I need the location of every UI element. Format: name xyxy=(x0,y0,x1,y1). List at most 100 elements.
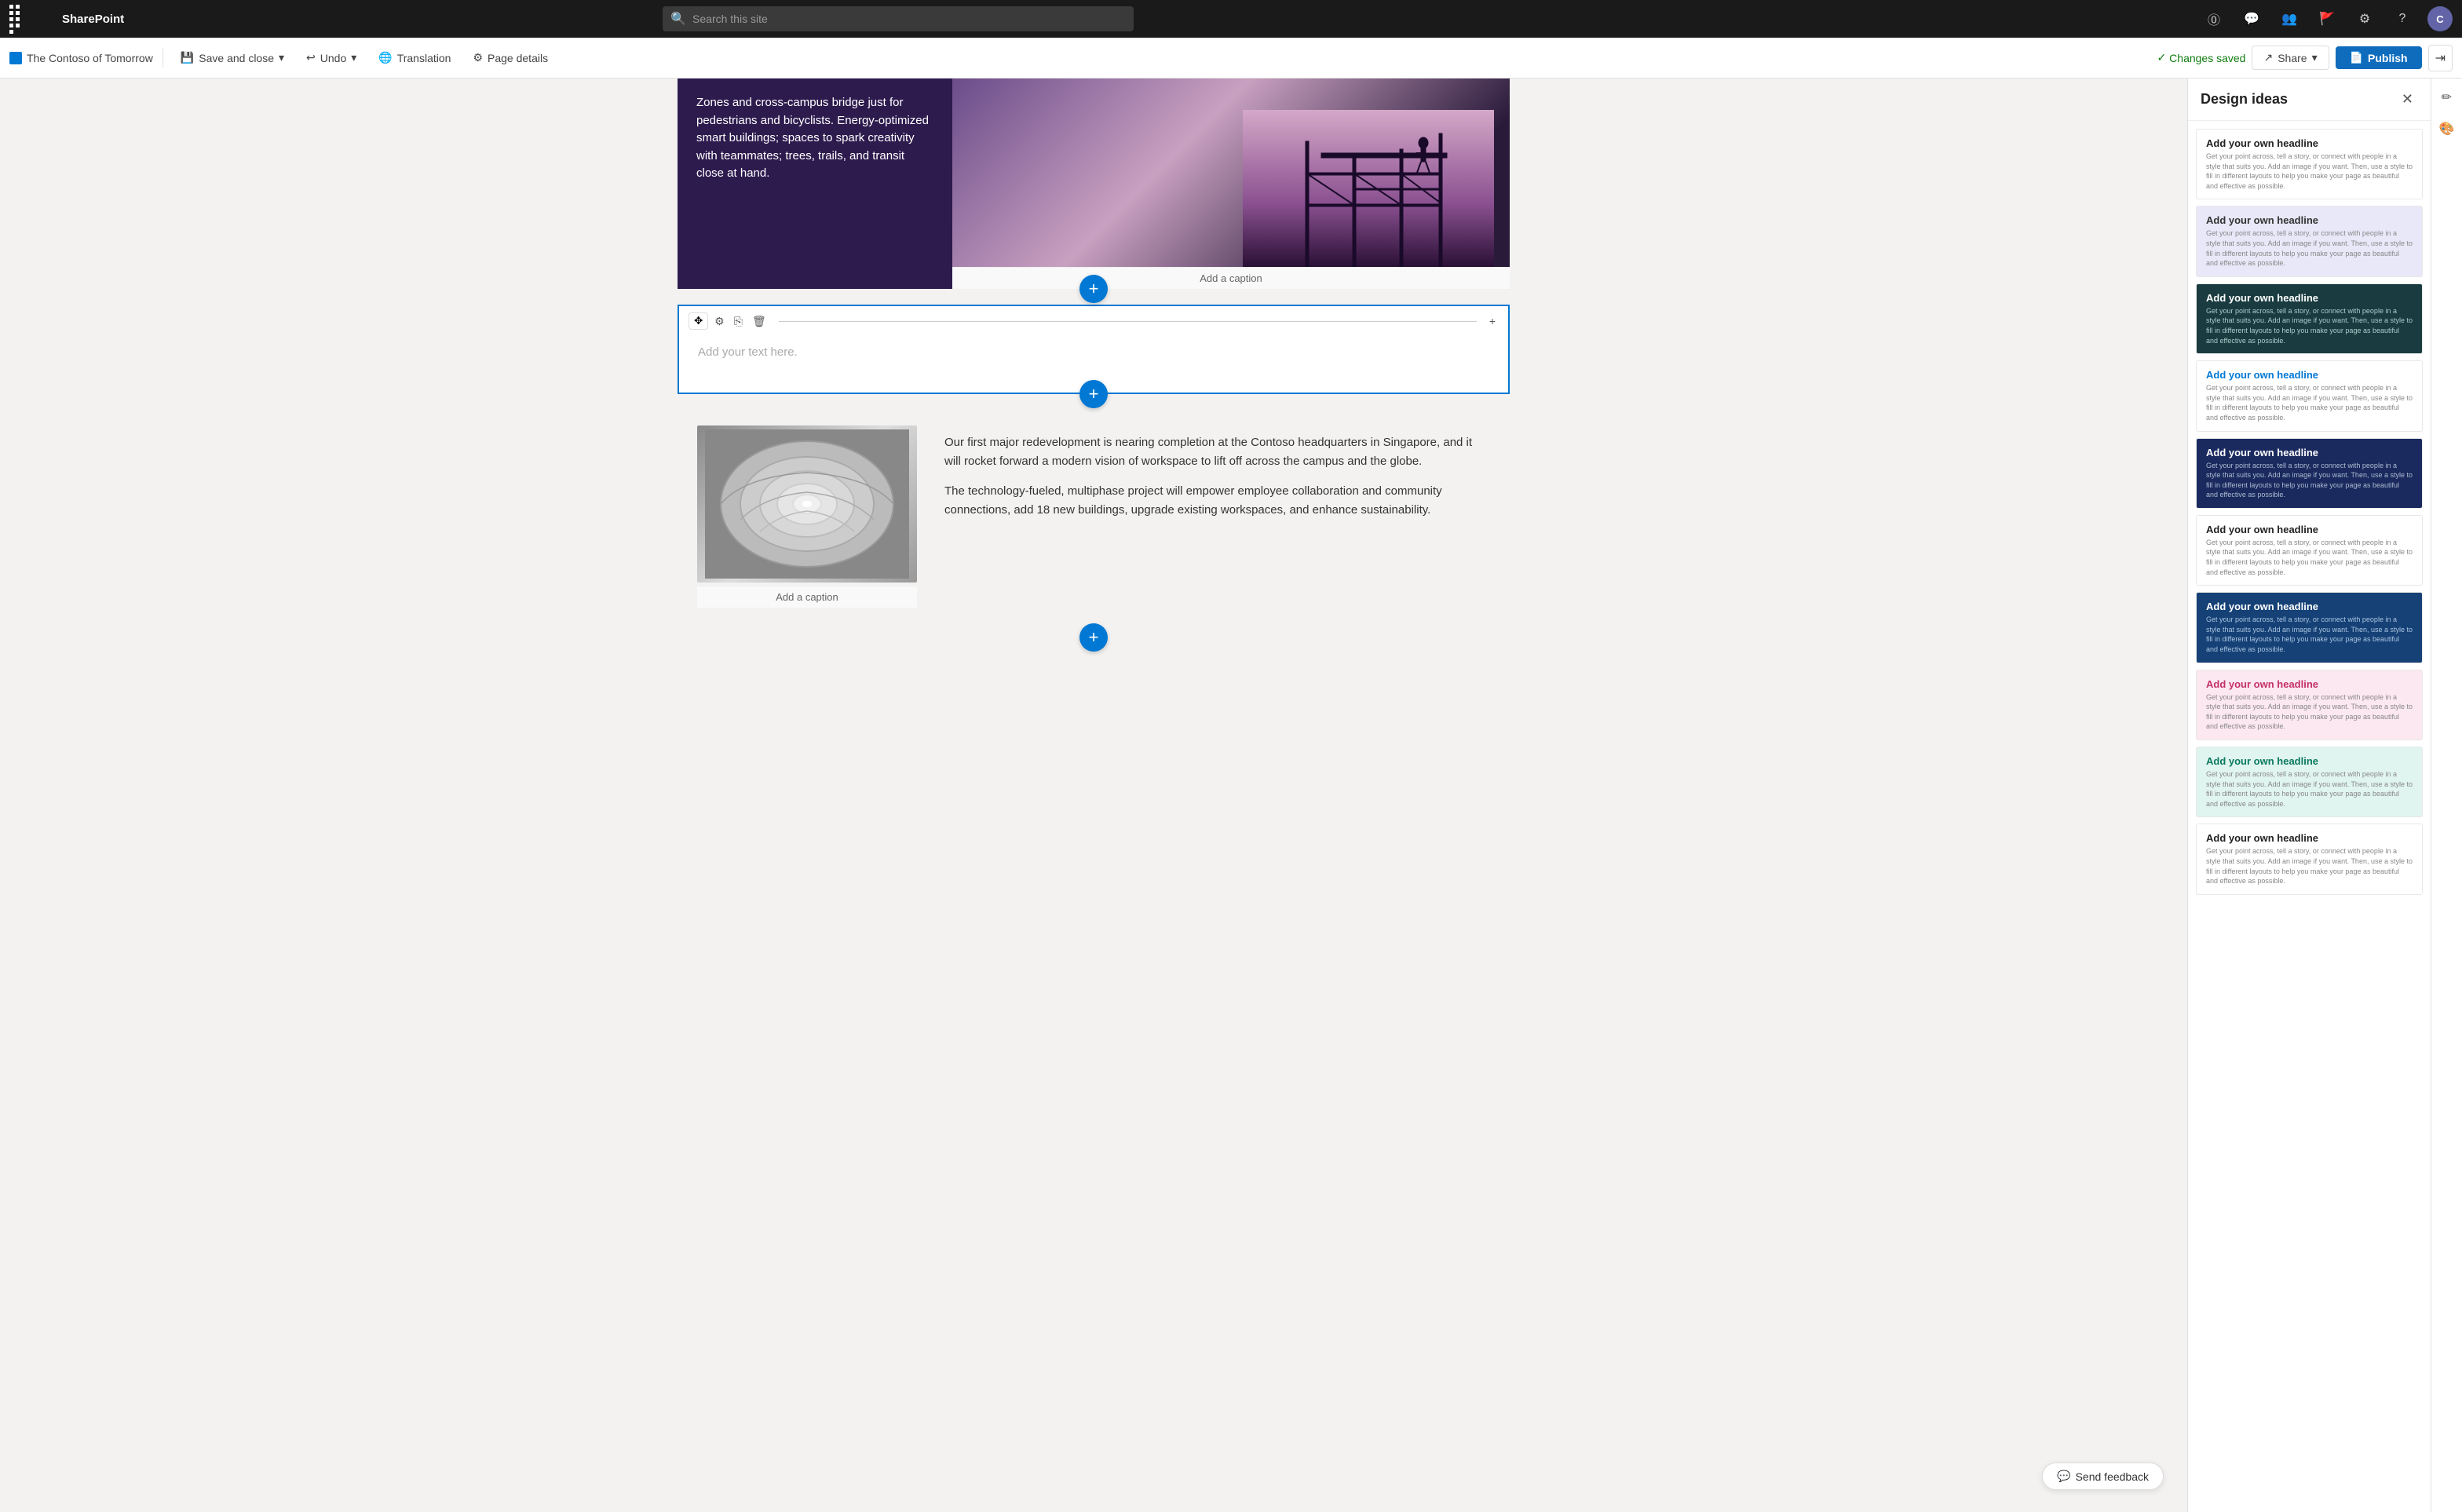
panel-header: Design ideas ✕ xyxy=(2188,79,2431,121)
help-icon[interactable]: ⓪ xyxy=(2201,6,2226,31)
scaffold-svg xyxy=(1243,110,1494,267)
panel-title: Design ideas xyxy=(2201,91,2288,108)
image-caption-1[interactable]: Add a caption xyxy=(952,267,1510,289)
section-move-button[interactable]: ✥ xyxy=(689,312,708,330)
add-section-button-3[interactable]: + xyxy=(1079,623,1108,652)
settings-icon[interactable]: ⚙ xyxy=(2352,6,2377,31)
feedback-icon: 💬 xyxy=(2057,1470,2070,1483)
panel-close-button[interactable]: ✕ xyxy=(2397,89,2418,109)
chat-icon[interactable]: 💬 xyxy=(2239,6,2264,31)
top-navigation: SharePoint 🔍 ⓪ 💬 👥 🚩 ⚙ ? C xyxy=(0,0,2462,38)
design-side-icon[interactable]: 🎨 xyxy=(2435,116,2460,141)
design-idea-card-1[interactable]: Add your own headline Get your point acr… xyxy=(2196,129,2423,199)
save-close-label: Save and close xyxy=(199,52,274,64)
section-settings-button[interactable]: ⚙ xyxy=(711,313,728,330)
design-idea-card-7[interactable]: Add your own headline Get your point acr… xyxy=(2196,592,2423,663)
undo-button[interactable]: ↩ Undo ▾ xyxy=(298,47,364,68)
page-details-label: Page details xyxy=(488,52,548,64)
breadcrumb[interactable]: The Contoso of Tomorrow xyxy=(9,52,153,64)
avatar[interactable]: C xyxy=(2427,6,2453,31)
checkmark-icon: ✓ xyxy=(2157,51,2166,64)
add-webpart-button[interactable]: + xyxy=(1486,313,1499,329)
design-idea-card-3[interactable]: Add your own headline Get your point acr… xyxy=(2196,283,2423,354)
add-section-area-2: + xyxy=(678,394,1510,410)
toolbar-left: The Contoso of Tomorrow 💾 Save and close… xyxy=(9,47,556,68)
idea-headline-1: Add your own headline xyxy=(2206,137,2413,149)
spiral-svg xyxy=(705,429,909,579)
collapse-button[interactable]: ⇥ xyxy=(2428,45,2453,71)
idea-headline-2: Add your own headline xyxy=(2206,214,2413,226)
idea-headline-9: Add your own headline xyxy=(2206,755,2413,767)
idea-headline-6: Add your own headline xyxy=(2206,524,2413,535)
add-section-area-3: + xyxy=(678,623,1510,647)
publish-label: Publish xyxy=(2368,52,2408,64)
section-copy-button[interactable]: ⎘ xyxy=(731,313,746,330)
hero-image xyxy=(952,79,1510,267)
two-column-section: Add a caption Our first major redevelopm… xyxy=(678,410,1510,623)
add-section-button-2[interactable]: + xyxy=(1079,380,1108,408)
design-idea-card-8[interactable]: Add your own headline Get your point acr… xyxy=(2196,670,2423,740)
publish-button[interactable]: 📄 Publish xyxy=(2336,46,2422,69)
translation-button[interactable]: 🌐 Translation xyxy=(371,47,458,68)
undo-label: Undo xyxy=(320,52,346,64)
send-feedback-label: Send feedback xyxy=(2076,1470,2149,1483)
idea-headline-10: Add your own headline xyxy=(2206,832,2413,844)
people-icon[interactable]: 👥 xyxy=(2277,6,2302,31)
design-idea-card-2[interactable]: Add your own headline Get your point acr… xyxy=(2196,206,2423,276)
idea-body-2: Get your point across, tell a story, or … xyxy=(2206,228,2413,268)
design-idea-card-10[interactable]: Add your own headline Get your point acr… xyxy=(2196,824,2423,894)
idea-body-3: Get your point across, tell a story, or … xyxy=(2206,306,2413,345)
share-button[interactable]: ↗ Share ▾ xyxy=(2252,46,2329,70)
flag-icon[interactable]: 🚩 xyxy=(2314,6,2340,31)
idea-body-10: Get your point across, tell a story, or … xyxy=(2206,846,2413,886)
main-layout: Zones and cross-campus bridge just for p… xyxy=(0,79,2462,1512)
design-idea-card-4[interactable]: Add your own headline Get your point acr… xyxy=(2196,360,2423,431)
image-caption-2[interactable]: Add a caption xyxy=(697,586,917,608)
idea-body-4: Get your point across, tell a story, or … xyxy=(2206,383,2413,422)
idea-headline-8: Add your own headline xyxy=(2206,678,2413,690)
page-details-icon: ⚙ xyxy=(473,51,483,64)
page-details-button[interactable]: ⚙ Page details xyxy=(465,47,556,68)
save-close-button[interactable]: 💾 Save and close ▾ xyxy=(173,47,292,68)
app-name-label: SharePoint xyxy=(62,13,124,26)
idea-body-5: Get your point across, tell a story, or … xyxy=(2206,461,2413,500)
share-label: Share xyxy=(2278,52,2307,64)
idea-body-6: Get your point across, tell a story, or … xyxy=(2206,538,2413,577)
search-input[interactable] xyxy=(692,13,1126,25)
question-icon[interactable]: ? xyxy=(2390,6,2415,31)
hero-section: Zones and cross-campus bridge just for p… xyxy=(678,79,1510,289)
changes-saved-label: Changes saved xyxy=(2169,52,2245,64)
page-content: Zones and cross-campus bridge just for p… xyxy=(678,79,1510,647)
section-toolbar: ✥ ⚙ ⎘ 🗑 + xyxy=(679,306,1508,330)
hero-text-block: Zones and cross-campus bridge just for p… xyxy=(678,79,952,289)
share-icon: ↗ xyxy=(2263,51,2273,64)
column-image: Add a caption xyxy=(678,425,937,608)
idea-headline-4: Add your own headline xyxy=(2206,369,2413,381)
idea-headline-7: Add your own headline xyxy=(2206,601,2413,612)
pencil-side-icon[interactable]: ✏ xyxy=(2435,85,2460,110)
translation-label: Translation xyxy=(397,52,451,64)
save-close-chevron: ▾ xyxy=(279,51,284,64)
send-feedback-button[interactable]: 💬 Send feedback xyxy=(2042,1463,2164,1490)
divider-line xyxy=(779,321,1477,322)
publish-icon: 📄 xyxy=(2350,51,2363,64)
toolbar-right: ✓ Changes saved ↗ Share ▾ 📄 Publish ⇥ xyxy=(2157,45,2453,71)
column-text: Our first major redevelopment is nearing… xyxy=(937,425,1510,608)
panel-scrollable[interactable]: Add your own headline Get your point acr… xyxy=(2188,121,2431,1512)
nav-icons: ⓪ 💬 👥 🚩 ⚙ ? C xyxy=(2201,6,2453,31)
app-launcher-icon[interactable] xyxy=(9,5,24,34)
section-delete-button[interactable]: 🗑 xyxy=(749,313,769,330)
design-idea-card-6[interactable]: Add your own headline Get your point acr… xyxy=(2196,515,2423,586)
idea-body-7: Get your point across, tell a story, or … xyxy=(2206,615,2413,654)
page-favicon xyxy=(9,52,22,64)
design-idea-card-9[interactable]: Add your own headline Get your point acr… xyxy=(2196,747,2423,817)
search-icon: 🔍 xyxy=(670,11,686,27)
design-idea-card-5[interactable]: Add your own headline Get your point acr… xyxy=(2196,438,2423,509)
search-bar[interactable]: 🔍 xyxy=(663,6,1134,31)
add-section-area-1: + xyxy=(678,289,1510,305)
add-section-button-1[interactable]: + xyxy=(1079,275,1108,303)
undo-icon: ↩ xyxy=(306,51,316,64)
editor-area[interactable]: Zones and cross-campus bridge just for p… xyxy=(0,79,2187,1512)
design-ideas-panel: Design ideas ✕ Add your own headline Get… xyxy=(2187,79,2431,1512)
idea-body-8: Get your point across, tell a story, or … xyxy=(2206,692,2413,732)
